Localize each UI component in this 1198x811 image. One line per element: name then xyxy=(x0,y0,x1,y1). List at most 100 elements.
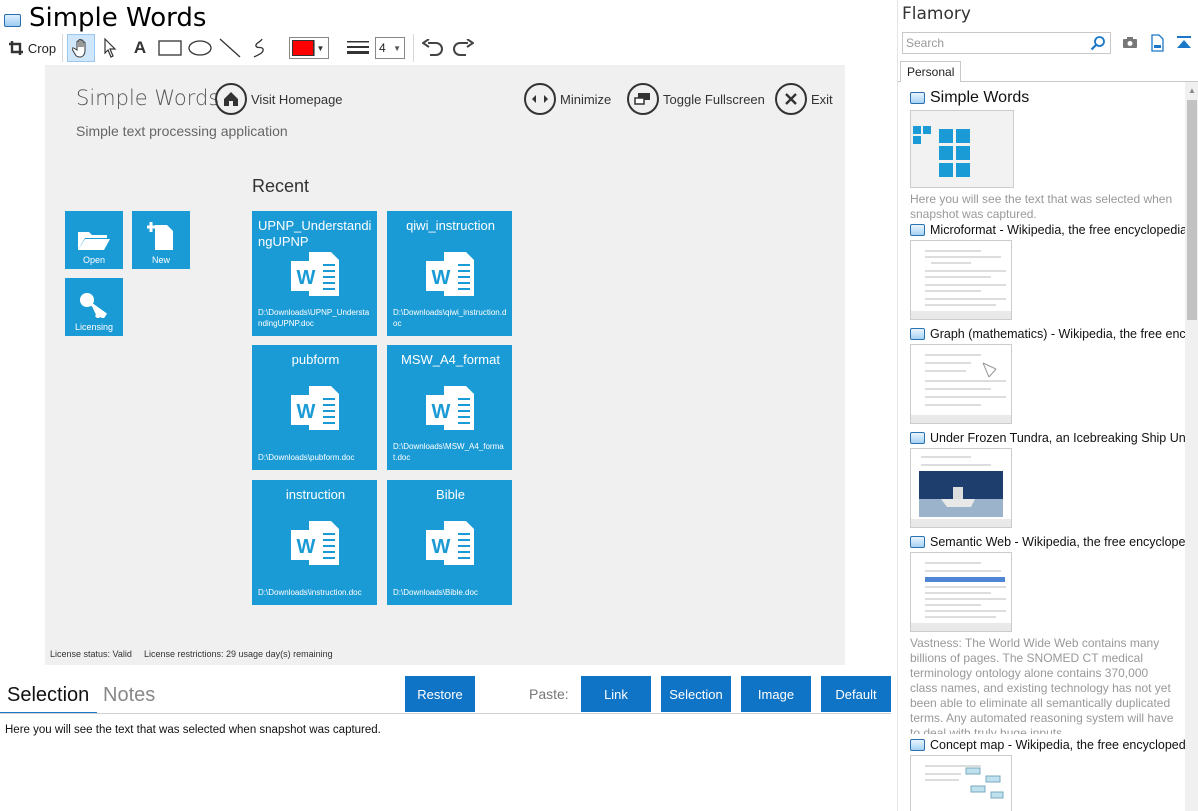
page-icon xyxy=(910,536,925,548)
list-item[interactable]: Microformat - Wikipedia, the free encycl… xyxy=(910,222,1185,320)
hand-icon xyxy=(72,39,86,58)
chevron-down-icon: ▼ xyxy=(314,40,326,56)
recent-document-tile[interactable]: instruction W D:\Downloads\instruction.doc xyxy=(252,480,377,605)
recent-document-tile[interactable]: UPNP_UnderstandingUPNP W D:\Downloads\UPNP… xyxy=(252,211,377,336)
snapshot-thumbnail xyxy=(910,552,1012,632)
recent-document-tile[interactable]: qiwi_instruction W D:\Downloads\qiwi_instr… xyxy=(387,211,512,336)
crop-button[interactable]: Crop xyxy=(6,34,58,62)
svg-text:W: W xyxy=(432,401,451,423)
home-icon xyxy=(215,83,247,115)
line-tool-button[interactable] xyxy=(215,34,245,62)
line-width-select[interactable]: 4 ▼ xyxy=(375,37,405,59)
svg-text:W: W xyxy=(432,267,451,289)
document-icon[interactable] xyxy=(1149,34,1165,52)
rectangle-icon xyxy=(158,40,182,56)
list-scrollbar[interactable]: ▲ xyxy=(1185,82,1198,811)
line-width-button[interactable] xyxy=(343,34,373,62)
word-document-icon: W xyxy=(289,518,341,568)
open-tile[interactable]: Open xyxy=(65,211,123,269)
list-item-title-text: Graph (mathematics) - Wikipedia, the fre… xyxy=(930,327,1185,341)
snapshot-thumbnail xyxy=(910,240,1012,320)
app-window-icon xyxy=(4,13,21,27)
list-item[interactable]: Graph (mathematics) - Wikipedia, the fre… xyxy=(910,326,1185,424)
search-icon[interactable] xyxy=(1090,35,1106,51)
word-document-icon: W xyxy=(424,383,476,433)
snap-app-subtitle: Simple text processing application xyxy=(76,123,288,139)
pan-tool-button[interactable] xyxy=(67,34,95,62)
restore-button[interactable]: Restore xyxy=(405,676,475,712)
list-item-description: Vastness: The World Wide Web contains ma… xyxy=(910,636,1174,734)
list-item-description: Here you will see the text that was sele… xyxy=(910,192,1173,221)
recent-document-tile[interactable]: pubform W D:\Downloads\pubform.doc xyxy=(252,345,377,470)
new-tile-label: New xyxy=(151,255,170,265)
recent-document-path: D:\Downloads\pubform.doc xyxy=(258,453,355,462)
redo-icon xyxy=(453,39,474,56)
exit-link[interactable]: Exit xyxy=(775,83,833,115)
list-item[interactable]: Concept map - Wikipedia, the free encycl… xyxy=(910,737,1185,811)
camera-icon[interactable] xyxy=(1122,34,1138,52)
window-title: Simple Words xyxy=(29,3,207,33)
ellipse-tool-button[interactable] xyxy=(185,34,215,62)
svg-text:W: W xyxy=(297,401,316,423)
recent-document-path: D:\Downloads\MSW_A4_format.doc xyxy=(393,442,504,462)
list-item[interactable]: Under Frozen Tundra, an Icebreaking Ship… xyxy=(910,430,1185,528)
fullscreen-icon xyxy=(627,83,659,115)
licensing-tile[interactable]: Licensing xyxy=(65,278,123,336)
notes-toolbar: Selection Notes Restore Paste: Link Sele… xyxy=(0,676,893,714)
paste-selection-button[interactable]: Selection xyxy=(661,676,731,712)
snapshot-thumbnail xyxy=(910,755,1012,811)
visit-homepage-link[interactable]: Visit Homepage xyxy=(215,83,343,115)
freehand-tool-button[interactable] xyxy=(245,34,275,62)
undo-button[interactable] xyxy=(418,34,448,62)
snapshot-thumbnail xyxy=(910,448,1012,528)
page-icon xyxy=(910,432,925,444)
list-item[interactable]: Semantic Web - Wikipedia, the free encyc… xyxy=(910,534,1185,734)
recent-document-path: D:\Downloads\UPNP_UnderstandingUPNP.doc xyxy=(258,308,370,328)
snapshot-thumbnail xyxy=(910,344,1012,424)
new-document-icon xyxy=(147,222,173,250)
rectangle-tool-button[interactable] xyxy=(155,34,185,62)
recent-document-tile[interactable]: MSW_A4_format W D:\Downloads\MSW_A4_format… xyxy=(387,345,512,470)
licensing-tile-label: Licensing xyxy=(74,322,114,332)
scroll-up-icon[interactable]: ▲ xyxy=(1188,86,1196,95)
selection-text-area[interactable]: Here you will see the text that was sele… xyxy=(5,724,381,736)
select-tool-button[interactable] xyxy=(95,34,125,62)
chevron-down-icon: ▼ xyxy=(393,43,401,53)
tab-notes[interactable]: Notes xyxy=(103,684,155,707)
pen-color-picker[interactable]: ▼ xyxy=(289,37,329,59)
list-item[interactable]: Simple Words Here you will see the text … xyxy=(910,88,1185,222)
collapse-top-icon[interactable] xyxy=(1176,34,1192,52)
minimize-link[interactable]: Minimize xyxy=(524,83,611,115)
undo-icon xyxy=(422,39,443,56)
text-tool-button[interactable]: A xyxy=(125,34,155,62)
list-item-title: Concept map - Wikipedia, the free encycl… xyxy=(910,737,1185,753)
drawing-toolbar: Crop A ▼ 4 ▼ xyxy=(0,33,893,63)
license-status: License status: Valid xyxy=(50,649,132,659)
svg-text:W: W xyxy=(297,536,316,558)
paste-label: Paste: xyxy=(529,686,569,702)
toggle-fullscreen-link[interactable]: Toggle Fullscreen xyxy=(627,83,765,115)
word-document-icon: W xyxy=(424,518,476,568)
page-icon xyxy=(910,739,925,751)
snap-app-title: Simple Words xyxy=(76,86,220,110)
tab-selection[interactable]: Selection xyxy=(3,682,93,709)
divider xyxy=(0,713,891,714)
snapshot-canvas[interactable]: Simple Words Simple text processing appl… xyxy=(45,65,845,665)
paste-image-button[interactable]: Image xyxy=(741,676,811,712)
search-input[interactable]: Search xyxy=(902,32,1111,54)
recent-document-tile[interactable]: Bible W D:\Downloads\Bible.doc xyxy=(387,480,512,605)
scrollbar-thumb[interactable] xyxy=(1187,100,1197,320)
search-placeholder: Search xyxy=(906,36,945,50)
recent-document-title: UPNP_UnderstandingUPNP xyxy=(258,218,372,249)
snapshot-editor-window: Simple Words Crop A ▼ 4 ▼ Simple Words S… xyxy=(0,0,893,811)
flamory-title: Flamory xyxy=(902,4,971,24)
tab-personal[interactable]: Personal xyxy=(900,61,962,82)
paste-link-button[interactable]: Link xyxy=(581,676,651,712)
page-icon xyxy=(910,92,925,104)
list-item-title-text: Simple Words xyxy=(930,89,1030,106)
paste-default-button[interactable]: Default xyxy=(821,676,891,712)
exit-label: Exit xyxy=(811,91,833,107)
redo-button[interactable] xyxy=(448,34,478,62)
list-item-title: Graph (mathematics) - Wikipedia, the fre… xyxy=(910,326,1185,342)
new-tile[interactable]: New xyxy=(132,211,190,269)
